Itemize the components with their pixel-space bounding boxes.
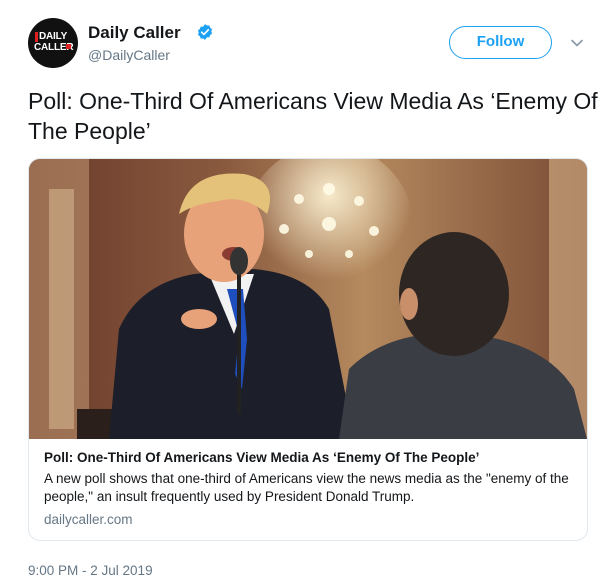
logo-accent-square: [66, 44, 71, 49]
card-title[interactable]: Poll: One-Third Of Americans View Media …: [44, 449, 574, 467]
link-card[interactable]: Poll: One-Third Of Americans View Media …: [28, 158, 588, 541]
avatar[interactable]: DAILY CALLER: [28, 18, 78, 68]
verified-badge-icon: [197, 24, 213, 40]
account-name[interactable]: Daily Caller: [88, 23, 181, 43]
tweet-header: DAILY CALLER Daily Caller @DailyCaller F…: [28, 18, 598, 68]
avatar-logo-line1: DAILY: [39, 31, 68, 42]
card-description: A new poll shows that one-third of Ameri…: [44, 471, 569, 504]
card-body[interactable]: Poll: One-Third Of Americans View Media …: [44, 449, 574, 529]
card-image[interactable]: [29, 159, 587, 439]
avatar-logo-text: DAILY CALLER: [34, 31, 74, 53]
account-handle[interactable]: @DailyCaller: [88, 47, 170, 63]
card-domain[interactable]: dailycaller.com: [44, 511, 574, 529]
tweet-text: Poll: One-Third Of Americans View Media …: [28, 88, 598, 144]
chevron-down-icon[interactable]: [570, 36, 584, 50]
card-photo: [29, 159, 587, 439]
follow-button[interactable]: Follow: [449, 26, 552, 59]
tweet-timestamp[interactable]: 9:00 PM - 2 Jul 2019: [28, 563, 153, 578]
